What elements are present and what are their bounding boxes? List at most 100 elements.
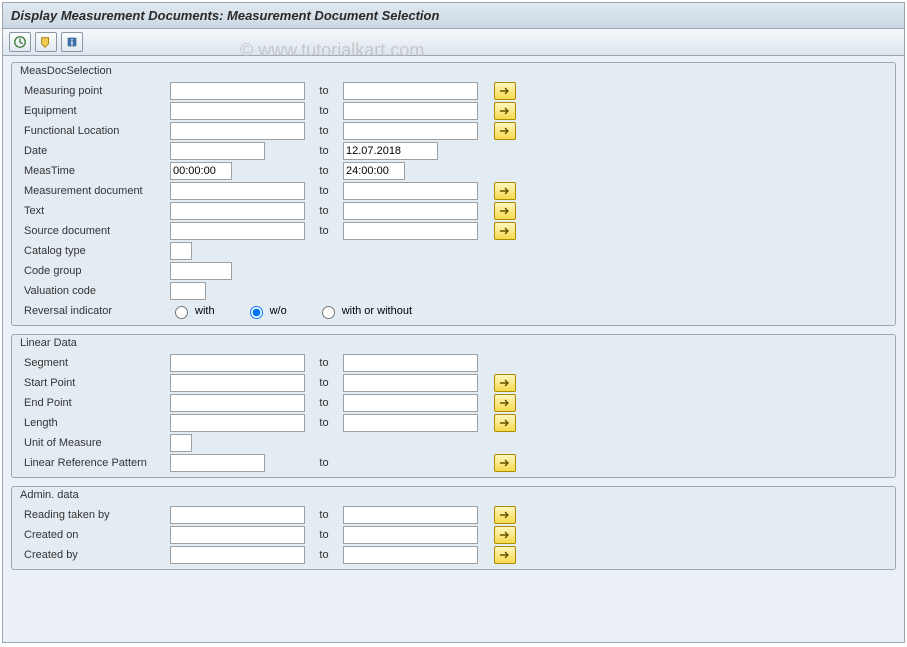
label-unit-of-measure: Unit of Measure xyxy=(20,437,170,449)
label-code-group: Code group xyxy=(20,265,170,277)
to-label: to xyxy=(305,529,343,541)
label-created-by: Created by xyxy=(20,549,170,561)
label-created-on: Created on xyxy=(20,529,170,541)
date-from-input[interactable] xyxy=(170,142,265,160)
meastime-to-input[interactable] xyxy=(343,162,405,180)
functional-location-to-input[interactable] xyxy=(343,122,478,140)
start-point-from-input[interactable] xyxy=(170,374,305,392)
reversal-wo-radio[interactable]: w/o xyxy=(245,303,287,319)
page-title: Display Measurement Documents: Measureme… xyxy=(3,3,904,29)
get-variant-button[interactable] xyxy=(35,32,57,52)
label-reversal-indicator: Reversal indicator xyxy=(20,305,170,317)
label-catalog-type: Catalog type xyxy=(20,245,170,257)
code-group-input[interactable] xyxy=(170,262,232,280)
multiple-selection-button[interactable] xyxy=(494,526,516,544)
catalog-type-input[interactable] xyxy=(170,242,192,260)
to-label: to xyxy=(305,377,343,389)
end-point-from-input[interactable] xyxy=(170,394,305,412)
label-text: Text xyxy=(20,205,170,217)
radio-label: with xyxy=(195,305,215,317)
to-label: to xyxy=(305,205,343,217)
group-title: Linear Data xyxy=(12,335,895,353)
linear-ref-pattern-from-input[interactable] xyxy=(170,454,265,472)
end-point-to-input[interactable] xyxy=(343,394,478,412)
segment-from-input[interactable] xyxy=(170,354,305,372)
execute-button[interactable] xyxy=(9,32,31,52)
label-measurement-document: Measurement document xyxy=(20,185,170,197)
label-start-point: Start Point xyxy=(20,377,170,389)
reversal-with-radio[interactable]: with xyxy=(170,303,215,319)
multiple-selection-button[interactable] xyxy=(494,546,516,564)
measurement-document-from-input[interactable] xyxy=(170,182,305,200)
measurement-document-to-input[interactable] xyxy=(343,182,478,200)
text-to-input[interactable] xyxy=(343,202,478,220)
created-by-to-input[interactable] xyxy=(343,546,478,564)
meastime-from-input[interactable] xyxy=(170,162,232,180)
to-label: to xyxy=(305,225,343,237)
reading-taken-by-from-input[interactable] xyxy=(170,506,305,524)
label-valuation-code: Valuation code xyxy=(20,285,170,297)
multiple-selection-button[interactable] xyxy=(494,202,516,220)
measuring-point-to-input[interactable] xyxy=(343,82,478,100)
group-title: Admin. data xyxy=(12,487,895,505)
multiple-selection-button[interactable] xyxy=(494,414,516,432)
info-button[interactable]: i xyxy=(61,32,83,52)
label-functional-location: Functional Location xyxy=(20,125,170,137)
multiple-selection-button[interactable] xyxy=(494,394,516,412)
multiple-selection-button[interactable] xyxy=(494,82,516,100)
to-label: to xyxy=(305,397,343,409)
length-to-input[interactable] xyxy=(343,414,478,432)
svg-text:i: i xyxy=(71,38,73,48)
multiple-selection-button[interactable] xyxy=(494,506,516,524)
valuation-code-input[interactable] xyxy=(170,282,206,300)
group-linear-data: Linear Data Segment to Start Point to En… xyxy=(11,334,896,478)
segment-to-input[interactable] xyxy=(343,354,478,372)
to-label: to xyxy=(305,125,343,137)
measuring-point-from-input[interactable] xyxy=(170,82,305,100)
to-label: to xyxy=(305,145,343,157)
created-on-from-input[interactable] xyxy=(170,526,305,544)
label-date: Date xyxy=(20,145,170,157)
source-document-from-input[interactable] xyxy=(170,222,305,240)
to-label: to xyxy=(305,165,343,177)
to-label: to xyxy=(305,105,343,117)
radio-label: w/o xyxy=(270,305,287,317)
reversal-both-radio[interactable]: with or without xyxy=(317,303,412,319)
toolbar: i xyxy=(3,29,904,56)
equipment-from-input[interactable] xyxy=(170,102,305,120)
created-on-to-input[interactable] xyxy=(343,526,478,544)
to-label: to xyxy=(305,85,343,97)
multiple-selection-button[interactable] xyxy=(494,454,516,472)
label-measuring-point: Measuring point xyxy=(20,85,170,97)
to-label: to xyxy=(305,509,343,521)
reading-taken-by-to-input[interactable] xyxy=(343,506,478,524)
to-label: to xyxy=(305,549,343,561)
multiple-selection-button[interactable] xyxy=(494,182,516,200)
to-label: to xyxy=(305,185,343,197)
date-to-input[interactable] xyxy=(343,142,438,160)
group-title: MeasDocSelection xyxy=(12,63,895,81)
equipment-to-input[interactable] xyxy=(343,102,478,120)
to-label: to xyxy=(305,417,343,429)
source-document-to-input[interactable] xyxy=(343,222,478,240)
created-by-from-input[interactable] xyxy=(170,546,305,564)
radio-label: with or without xyxy=(342,305,412,317)
multiple-selection-button[interactable] xyxy=(494,122,516,140)
label-linear-ref-pattern: Linear Reference Pattern xyxy=(20,457,170,469)
length-from-input[interactable] xyxy=(170,414,305,432)
label-equipment: Equipment xyxy=(20,105,170,117)
text-from-input[interactable] xyxy=(170,202,305,220)
label-reading-taken-by: Reading taken by xyxy=(20,509,170,521)
label-source-document: Source document xyxy=(20,225,170,237)
multiple-selection-button[interactable] xyxy=(494,374,516,392)
group-measdocselection: MeasDocSelection Measuring point to Equi… xyxy=(11,62,896,326)
multiple-selection-button[interactable] xyxy=(494,102,516,120)
multiple-selection-button[interactable] xyxy=(494,222,516,240)
start-point-to-input[interactable] xyxy=(343,374,478,392)
unit-of-measure-input[interactable] xyxy=(170,434,192,452)
functional-location-from-input[interactable] xyxy=(170,122,305,140)
label-end-point: End Point xyxy=(20,397,170,409)
to-label: to xyxy=(305,457,343,469)
label-length: Length xyxy=(20,417,170,429)
label-meastime: MeasTime xyxy=(20,165,170,177)
